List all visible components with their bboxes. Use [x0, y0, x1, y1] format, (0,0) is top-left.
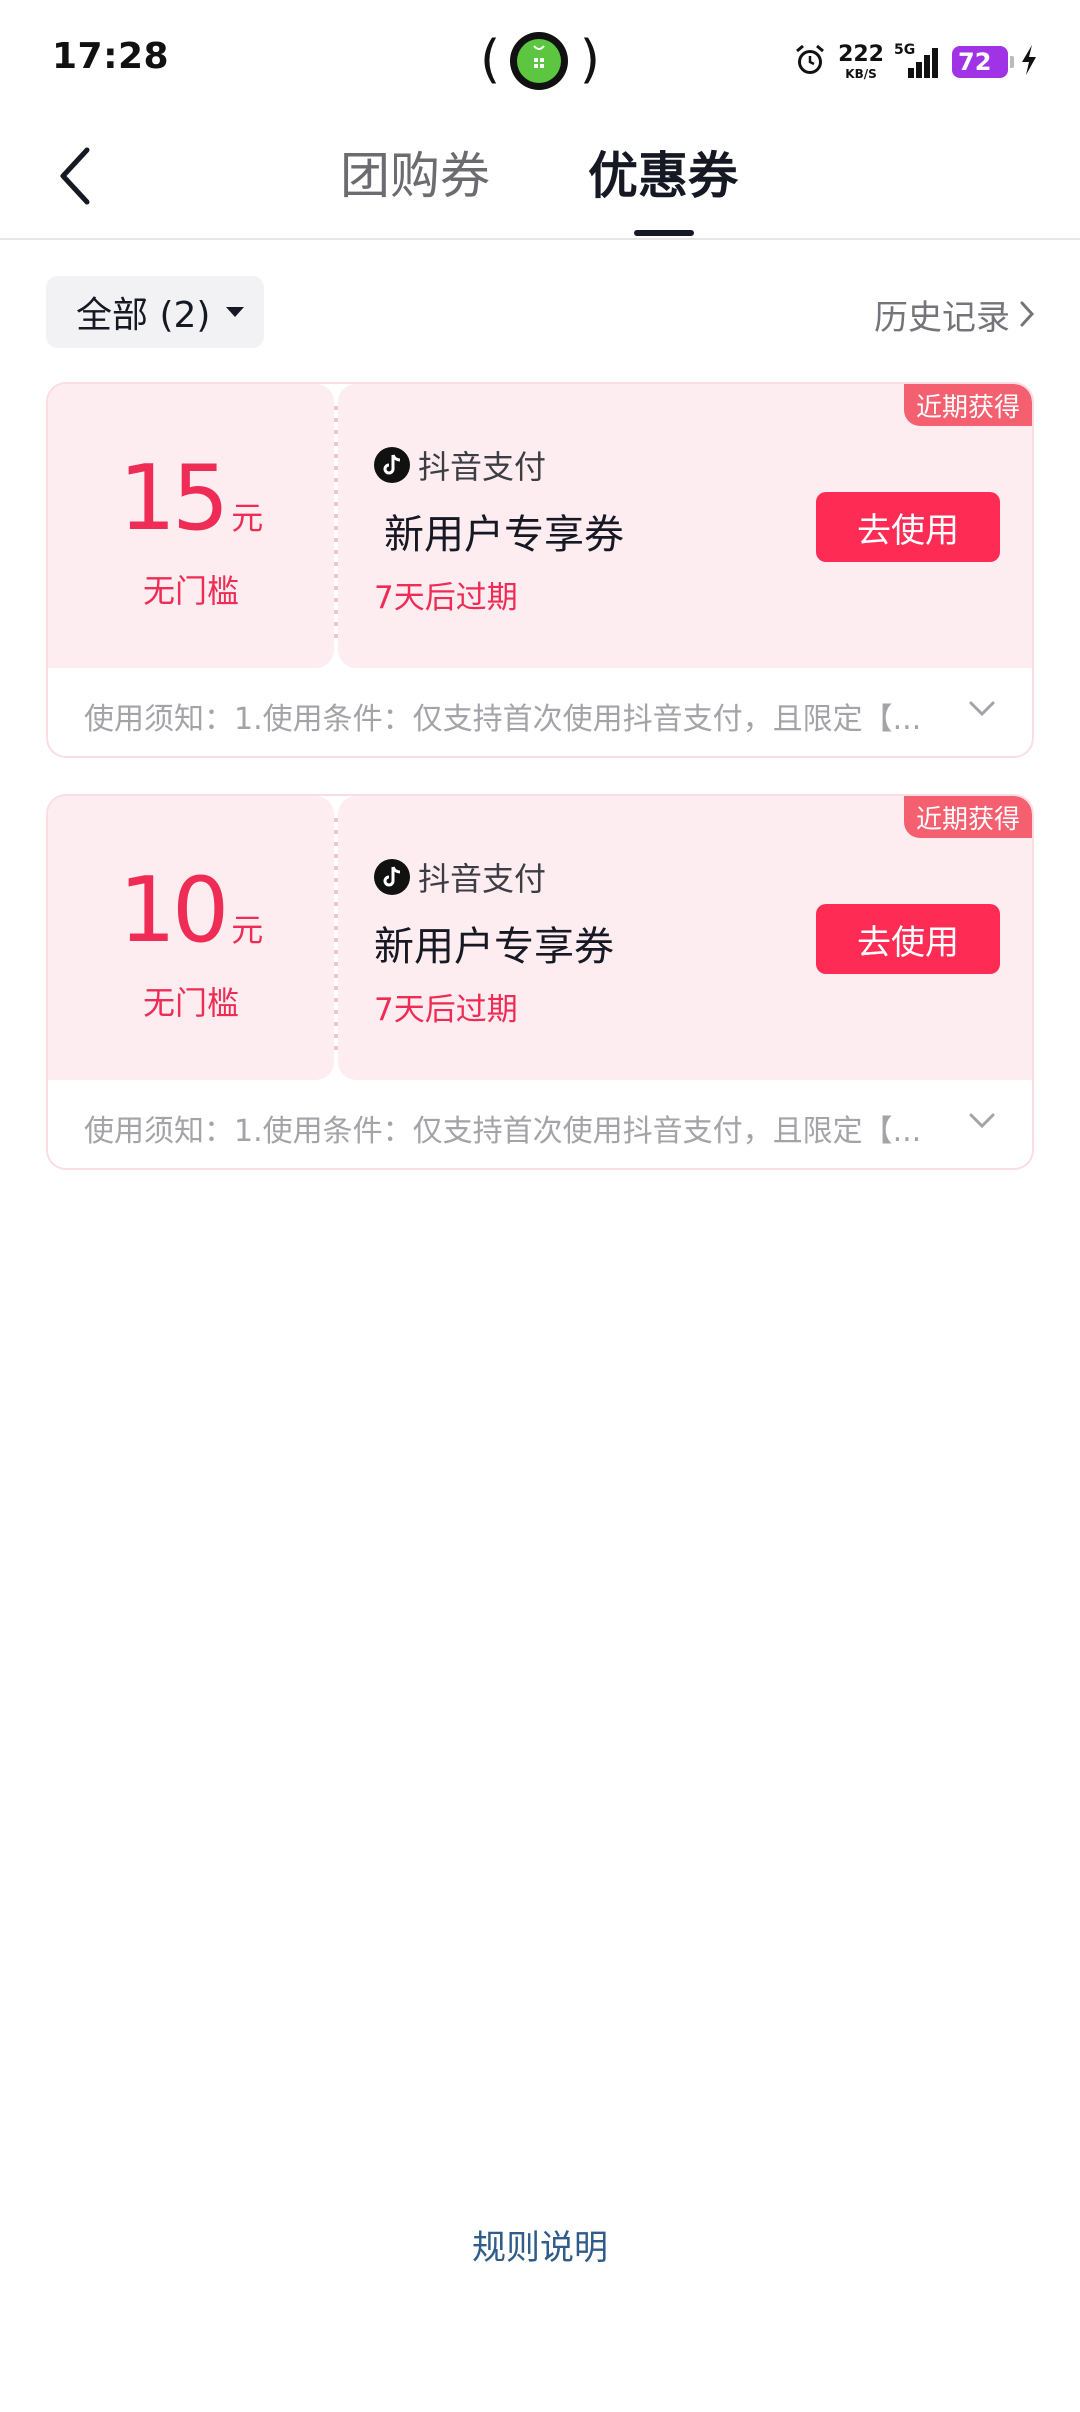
tab-coupons[interactable]: 优惠券 [588, 144, 738, 208]
coupon-amount: 15 元 [48, 454, 334, 544]
tab-indicator [634, 230, 694, 236]
coupon-threshold: 无门槛 [142, 572, 239, 610]
douyin-logo-icon [374, 447, 410, 483]
coupon-title: 新用户专享券 [384, 512, 624, 558]
coupon-expiry: 7天后过期 [374, 580, 518, 616]
chevron-down-icon[interactable] [968, 1112, 996, 1130]
coupon-notice: 使用须知：1.使用条件：仅支持首次使用抖音支付，且限定【... [84, 702, 922, 737]
tab-group-buy[interactable]: 团购券 [340, 144, 490, 208]
paren-right: ) [579, 30, 600, 90]
coupon-card[interactable]: 10 元 无门槛 抖音支付 新用户专享券 7天后过期 去使用 近期获得 使用须知：… [46, 794, 1034, 1170]
history-link[interactable]: 历史记录 [874, 286, 1036, 342]
rules-link[interactable]: 规则说明 [0, 2220, 1080, 2269]
chevron-right-icon [1020, 301, 1035, 327]
coupon-card[interactable]: 15 元 无门槛 抖音支付 新用户专享券 7天后过期 去使用 近期获得 使用须知：… [46, 382, 1034, 758]
alarm-icon [792, 42, 828, 82]
status-icons: 222 KB/S 5G 72 [792, 40, 1040, 84]
use-coupon-button[interactable]: 去使用 [816, 904, 1000, 974]
net-speed: 222 KB/S [838, 42, 884, 81]
status-time: 17:28 [52, 36, 170, 77]
caret-down-icon [226, 307, 245, 317]
coupon-divider [334, 818, 338, 1058]
coupon-provider-label: 抖音支付 [418, 448, 547, 486]
coupon-provider: 抖音支付 [374, 854, 546, 900]
chevron-down-icon[interactable] [968, 700, 996, 718]
status-bar: 17:28 ( ) 222 KB/S 5G 72 [0, 0, 1080, 120]
coupon-amount: 10 元 [48, 866, 334, 956]
coupon-amount-value: 15 [118, 446, 230, 551]
net-speed-value: 222 [838, 42, 884, 67]
use-coupon-button[interactable]: 去使用 [816, 492, 1000, 562]
filter-dropdown[interactable]: 全部 (2) [46, 276, 264, 348]
coupon-provider-label: 抖音支付 [418, 860, 547, 898]
dynamic-island: ( ) [480, 30, 600, 94]
coupon-title: 新用户专享券 [374, 924, 614, 970]
recent-badge: 近期获得 [903, 796, 1032, 838]
coupon-amount-unit: 元 [231, 499, 264, 537]
history-label: 历史记录 [874, 297, 1010, 338]
recent-badge: 近期获得 [903, 384, 1032, 426]
coupon-amount-value: 10 [118, 858, 230, 963]
charging-icon [1018, 43, 1040, 81]
net-speed-unit: KB/S [845, 67, 877, 81]
coupon-provider: 抖音支付 [374, 442, 546, 488]
filter-label: 全部 (2) [76, 295, 211, 336]
battery-icon: 72 [952, 46, 1014, 78]
signal-icon: 5G [894, 42, 942, 80]
coupon-body: 10 元 无门槛 抖音支付 新用户专享券 7天后过期 去使用 近期获得 [48, 796, 1032, 1080]
coupon-divider [334, 406, 338, 646]
coupon-amount-unit: 元 [231, 911, 264, 949]
back-button[interactable] [40, 140, 110, 212]
coupon-body: 15 元 无门槛 抖音支付 新用户专享券 7天后过期 去使用 近期获得 [48, 384, 1032, 668]
battery-level: 72 [958, 48, 992, 76]
douyin-logo-icon [374, 859, 410, 895]
coupon-notice: 使用须知：1.使用条件：仅支持首次使用抖音支付，且限定【... [84, 1114, 922, 1149]
app-bubble-icon [510, 32, 568, 90]
network-type: 5G [894, 42, 916, 58]
top-nav: 团购券 优惠券 [0, 120, 1080, 240]
coupon-expiry: 7天后过期 [374, 992, 518, 1028]
paren-left: ( [480, 30, 501, 90]
coupon-threshold: 无门槛 [142, 984, 239, 1022]
chevron-left-icon [60, 147, 90, 205]
